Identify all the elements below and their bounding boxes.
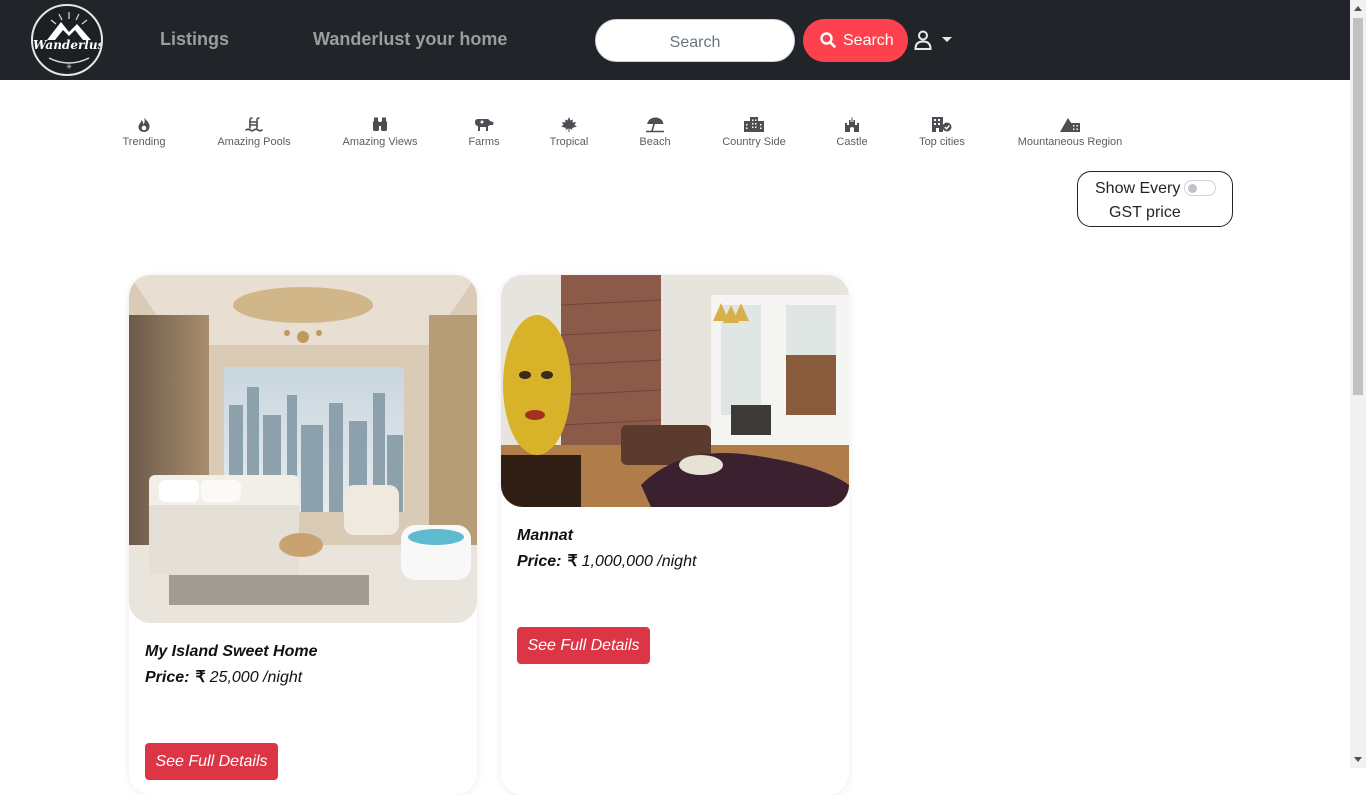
filter-trending[interactable]: Trending: [84, 116, 204, 148]
category-filters: Trending Amazing Pools Amazing Views Far…: [0, 116, 1350, 156]
rupee-icon: ₹: [195, 669, 206, 686]
listing-card[interactable]: Mannat Price: ₹1,000,000 /night See Full …: [501, 275, 849, 795]
svg-text:✳: ✳: [66, 63, 72, 71]
search-input[interactable]: Search: [595, 19, 795, 62]
fire-icon: [138, 117, 150, 132]
building-check-icon: [932, 117, 952, 132]
scrollbar-thumb[interactable]: [1353, 18, 1363, 395]
leaf-icon: [561, 117, 577, 132]
living-room-photo-image: [501, 275, 849, 507]
filter-label: Mountaneous Region: [1017, 136, 1123, 148]
price-value: 25,000 /night: [209, 669, 303, 686]
logo-text: Wanderlust: [33, 38, 103, 52]
rupee-icon: ₹: [567, 553, 578, 570]
see-full-details-button[interactable]: See Full Details: [145, 743, 278, 780]
price-label: Price:: [517, 553, 562, 570]
listing-title: Mannat: [517, 527, 573, 544]
gst-price-toggle[interactable]: Show Every GST price: [1077, 171, 1233, 227]
filter-amazing-views[interactable]: Amazing Views: [320, 116, 440, 148]
chevron-down-icon: [942, 37, 952, 42]
pool-icon: [245, 117, 263, 132]
scroll-down-arrow-icon[interactable]: [1354, 757, 1362, 762]
search-icon: [820, 32, 836, 48]
listing-image[interactable]: [129, 275, 477, 623]
binoculars-icon: [373, 117, 387, 131]
price-label: Price:: [145, 669, 190, 686]
switch-knob: [1188, 184, 1197, 193]
listing-price: Price: ₹25,000 /night: [145, 667, 302, 687]
filter-top-cities[interactable]: Top cities: [882, 116, 1002, 148]
city-icon: [744, 117, 764, 132]
castle-icon: [845, 117, 859, 132]
listing-price: Price: ₹1,000,000 /night: [517, 551, 696, 571]
tax-toggle-label-line2: GST price: [1109, 204, 1181, 221]
search-button[interactable]: Search: [803, 19, 908, 62]
nav-listings-link[interactable]: Listings: [160, 29, 229, 50]
filter-label: Trending: [122, 136, 166, 148]
scroll-up-arrow-icon[interactable]: [1354, 6, 1362, 11]
search-button-label: Search: [843, 32, 894, 49]
listing-card[interactable]: My Island Sweet Home Price: ₹25,000 /nigh…: [129, 275, 477, 795]
listing-title: My Island Sweet Home: [145, 643, 318, 660]
user-menu-dropdown[interactable]: [914, 28, 954, 52]
cow-icon: [475, 119, 494, 131]
wanderlust-logo[interactable]: ✳ Wanderlust: [31, 4, 103, 76]
bedroom-photo-image: [129, 275, 477, 623]
nav-wanderlust-home-link[interactable]: Wanderlust your home: [313, 29, 507, 50]
listing-image[interactable]: [501, 275, 849, 507]
filter-label: Amazing Pools: [217, 136, 291, 148]
navbar: ✳ Wanderlust Listings Wanderlust your ho…: [0, 0, 1350, 80]
vertical-scrollbar[interactable]: [1350, 0, 1366, 768]
filter-label: Top cities: [919, 136, 965, 148]
umbrella-beach-icon: [646, 117, 664, 133]
mountain-city-icon: [1060, 118, 1080, 132]
filter-amazing-pools[interactable]: Amazing Pools: [194, 116, 314, 148]
filter-mountaneous-region[interactable]: Mountaneous Region: [1010, 116, 1130, 148]
gst-switch[interactable]: [1184, 180, 1216, 196]
see-full-details-button[interactable]: See Full Details: [517, 627, 650, 664]
tax-toggle-label-line1: Show Every: [1095, 180, 1181, 197]
price-value: 1,000,000 /night: [581, 553, 697, 570]
user-icon: [914, 30, 932, 50]
filter-label: Amazing Views: [342, 136, 418, 148]
